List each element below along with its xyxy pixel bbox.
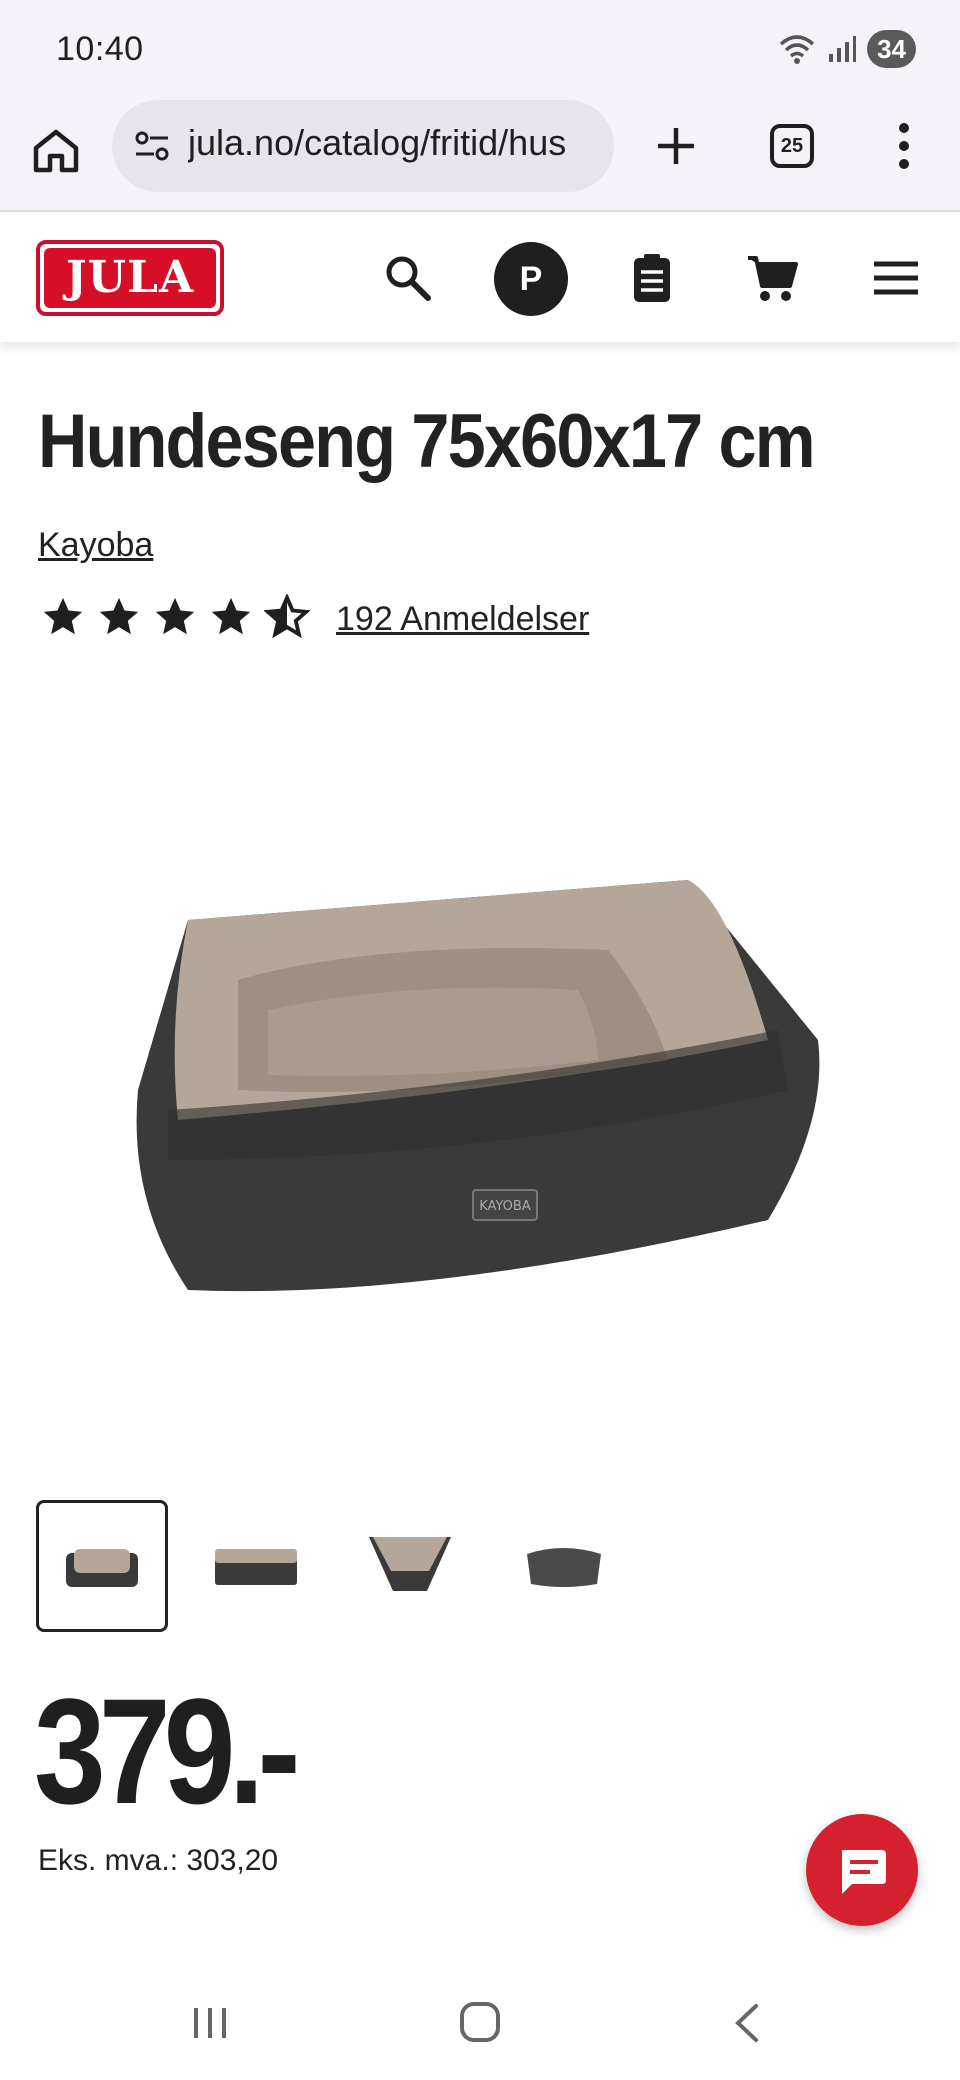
cart-icon[interactable]	[744, 250, 800, 306]
site-header: JULA P	[0, 214, 960, 342]
home-icon[interactable]	[30, 124, 82, 176]
thumbnail[interactable]	[36, 1500, 168, 1632]
star-icon	[211, 597, 251, 635]
battery-indicator: 34	[867, 30, 916, 68]
recent-apps-icon[interactable]	[180, 1998, 240, 2048]
home-button-icon[interactable]	[450, 1998, 510, 2048]
tab-switcher-button[interactable]: 25	[770, 124, 814, 168]
logo-text: JULA	[44, 248, 216, 308]
hamburger-menu-icon[interactable]	[868, 250, 924, 306]
price-excl-vat: Eks. mva.: 303,20	[38, 1844, 279, 1877]
bed-label: KAYOBA	[479, 1199, 531, 1214]
thumbnail-gallery	[36, 1500, 630, 1632]
rating-stars	[40, 594, 310, 640]
more-options-icon[interactable]	[880, 120, 928, 172]
status-time: 10:40	[56, 30, 144, 68]
status-icons: 34	[777, 30, 916, 68]
url-text: jula.no/catalog/fritid/hus	[188, 122, 567, 163]
jula-logo[interactable]: JULA	[36, 240, 224, 316]
chat-icon	[842, 1850, 886, 1894]
star-icon	[99, 597, 139, 635]
account-avatar[interactable]: P	[494, 242, 568, 316]
status-bar: 10:40 34	[0, 0, 960, 100]
address-bar[interactable]: jula.no/catalog/fritid/hus	[112, 100, 614, 192]
thumbnail[interactable]	[498, 1500, 630, 1632]
reviews-link[interactable]: 192 Anmeldelser	[336, 600, 589, 639]
site-settings-icon[interactable]	[132, 126, 172, 166]
half-star-icon	[264, 594, 310, 639]
search-icon[interactable]	[380, 250, 436, 306]
product-image[interactable]: KAYOBA	[128, 860, 828, 1330]
signal-icon	[829, 36, 857, 62]
browser-toolbar: jula.no/catalog/fritid/hus 25	[0, 100, 960, 212]
price: 379.-	[34, 1667, 301, 1835]
star-icon	[43, 597, 83, 635]
chat-button[interactable]	[806, 1814, 918, 1926]
shopping-list-icon[interactable]	[624, 250, 680, 306]
product-title: Hundeseng 75x60x17 cm	[38, 399, 816, 484]
thumbnail[interactable]	[344, 1500, 476, 1632]
system-navigation-bar	[0, 1960, 960, 2080]
brand-link[interactable]: Kayoba	[38, 526, 153, 565]
star-icon	[155, 597, 195, 635]
thumbnail[interactable]	[190, 1500, 322, 1632]
back-icon[interactable]	[718, 1998, 778, 2048]
new-tab-icon[interactable]	[650, 120, 702, 172]
wifi-icon	[779, 35, 815, 64]
